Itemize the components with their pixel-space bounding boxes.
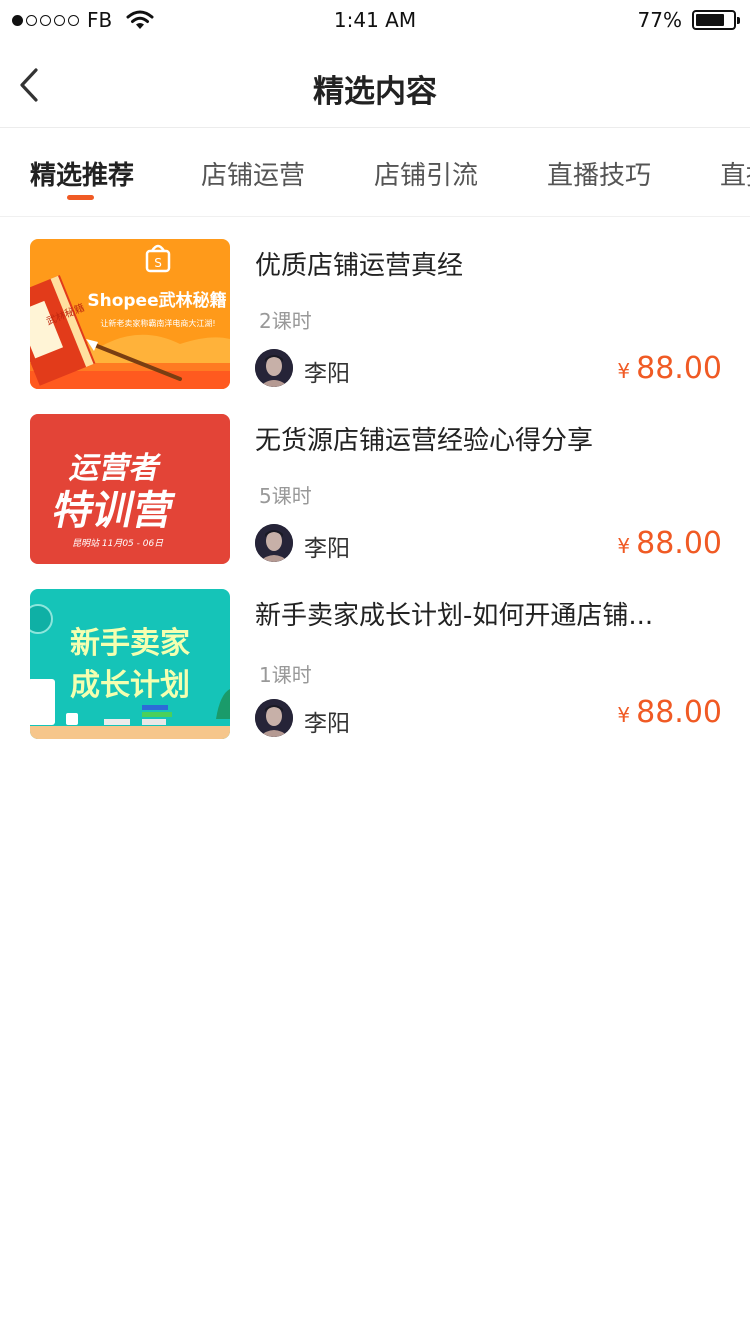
battery-icon — [692, 10, 740, 30]
status-bar: FB 1:41 AM 77% — [0, 0, 750, 42]
avatar — [255, 699, 293, 737]
course-price: ¥88.00 — [617, 695, 722, 730]
author-name: 李阳 — [304, 361, 350, 387]
tab-live-tips[interactable]: 直播技巧 — [547, 155, 651, 192]
battery-level — [696, 14, 724, 26]
avatar — [255, 524, 293, 562]
course-item[interactable]: 武林秘籍 S Shopee武林秘籍 让新老卖家称霸南洋电商大江湖! 优质店铺运营… — [0, 239, 750, 391]
price-value: 88.00 — [636, 526, 722, 561]
battery-percent: 77% — [637, 8, 682, 32]
active-tab-indicator — [67, 195, 94, 200]
thumbnail-headline: Shopee武林秘籍 — [87, 290, 226, 311]
thumbnail-line1: 运营者 — [67, 451, 164, 486]
tab-store-operations[interactable]: 店铺运营 — [201, 155, 305, 192]
thumbnail-line2: 成长计划 — [70, 668, 190, 703]
course-title: 优质店铺运营真经 — [255, 251, 464, 281]
course-price: ¥88.00 — [617, 351, 722, 386]
avatar — [255, 349, 293, 387]
tab-store-traffic[interactable]: 店铺引流 — [374, 155, 478, 192]
thumbnail-subtitle: 让新老卖家称霸南洋电商大江湖! — [100, 318, 215, 328]
course-title: 新手卖家成长计划-如何开通店铺... — [255, 601, 654, 631]
author-name: 李阳 — [304, 536, 350, 562]
page-title: 精选内容 — [313, 74, 437, 110]
course-thumbnail: 新手卖家 成长计划 — [30, 589, 230, 739]
currency-symbol: ¥ — [617, 534, 631, 558]
thumbnail-line1: 新手卖家 — [70, 626, 190, 661]
course-price: ¥88.00 — [617, 526, 722, 561]
currency-symbol: ¥ — [617, 703, 631, 727]
course-thumbnail: 运营者 特训营 昆明站 11月05 - 06日 — [30, 414, 230, 564]
svg-text:S: S — [154, 256, 162, 270]
tab-featured[interactable]: 精选推荐 — [30, 155, 134, 192]
battery-cap — [737, 17, 740, 24]
thumbnail-line2: 特训营 — [49, 486, 179, 533]
thumbnail-art: 武林秘籍 S Shopee武林秘籍 让新老卖家称霸南洋电商大江湖! — [30, 239, 230, 389]
course-item[interactable]: 运营者 特训营 昆明站 11月05 - 06日 无货源店铺运营经验心得分享 5课… — [0, 414, 750, 566]
tab-live[interactable]: 直播 — [720, 155, 750, 192]
category-tabs: 精选推荐 店铺运营 店铺引流 直播技巧 直播 — [0, 129, 750, 217]
thumbnail-art: 运营者 特训营 昆明站 11月05 - 06日 — [30, 414, 230, 564]
course-thumbnail: 武林秘籍 S Shopee武林秘籍 让新老卖家称霸南洋电商大江湖! — [30, 239, 230, 389]
lesson-count: 1课时 — [259, 663, 312, 687]
thumbnail-art: 新手卖家 成长计划 — [30, 589, 230, 739]
thumbnail-subtitle: 昆明站 11月05 - 06日 — [72, 538, 164, 549]
price-value: 88.00 — [636, 351, 722, 386]
navigation-bar: 精选内容 — [0, 42, 750, 128]
currency-symbol: ¥ — [617, 359, 631, 383]
course-title: 无货源店铺运营经验心得分享 — [255, 426, 594, 456]
lesson-count: 2课时 — [259, 309, 312, 333]
lesson-count: 5课时 — [259, 484, 312, 508]
price-value: 88.00 — [636, 695, 722, 730]
status-right: 77% — [637, 8, 740, 32]
author-name: 李阳 — [304, 711, 350, 737]
course-item[interactable]: 新手卖家 成长计划 新手卖家成长计划-如何开通店铺... 1课时 李阳 ¥88.… — [0, 589, 750, 741]
